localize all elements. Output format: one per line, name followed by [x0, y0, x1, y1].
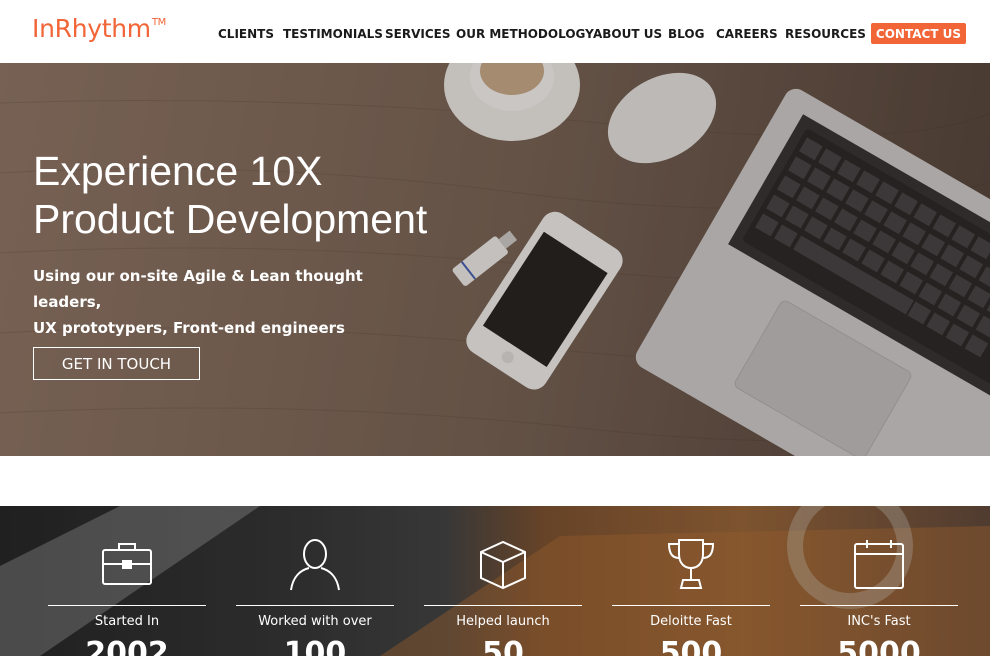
stat-helped-launch: Helped launch 50	[424, 506, 582, 656]
stats-section: Started In 2002 Worked with over 100 Hel…	[0, 506, 990, 656]
calendar-icon	[854, 540, 904, 589]
stat-divider	[48, 605, 206, 606]
nav-item-careers[interactable]: CAREERS	[716, 27, 778, 41]
stat-value: 100	[283, 636, 347, 656]
stat-value: 50	[482, 636, 524, 656]
hero-title: Experience 10X Product Development	[33, 147, 453, 243]
nav-item-resources[interactable]: RESOURCES	[785, 27, 866, 41]
hero-title-line1: Experience 10X	[33, 148, 323, 194]
stat-value: 500	[659, 636, 723, 656]
stat-label: Helped launch	[456, 614, 550, 629]
nav-item-testimonials[interactable]: TESTIMONIALS	[283, 27, 383, 41]
stat-divider	[612, 605, 770, 606]
stat-value: 2002	[85, 636, 169, 656]
brand-name: InRhythm	[32, 14, 151, 43]
site-header: InRhythmTM CLIENTS TESTIMONIALS SERVICES…	[0, 0, 990, 63]
hero-subtitle-line1: Using our on-site Agile & Lean thought l…	[33, 267, 363, 311]
brand-logo[interactable]: InRhythmTM	[32, 14, 166, 43]
stat-label: INC's Fast	[847, 614, 911, 629]
person-icon	[290, 539, 340, 591]
stat-inc-fast: INC's Fast 5000	[800, 506, 958, 656]
hero-banner: Experience 10X Product Development Using…	[0, 63, 990, 456]
hero-title-line2: Product Development	[33, 196, 428, 242]
box-icon	[480, 540, 526, 590]
nav-item-methodology[interactable]: OUR METHODOLOGY	[456, 27, 594, 41]
nav-item-about-us[interactable]: ABOUT US	[593, 27, 662, 41]
hero-overlay	[0, 63, 990, 456]
stat-label: Deloitte Fast	[650, 614, 732, 629]
stat-divider	[424, 605, 582, 606]
stat-label: Worked with over	[258, 614, 372, 629]
briefcase-icon	[102, 543, 152, 585]
hero-subtitle-line2: UX prototypers, Front-end engineers	[33, 319, 345, 337]
brand-trademark: TM	[151, 17, 166, 28]
nav-item-blog[interactable]: BLOG	[668, 27, 704, 41]
stat-label: Started In	[94, 614, 160, 629]
stat-worked-with: Worked with over 100	[236, 506, 394, 656]
nav-item-clients[interactable]: CLIENTS	[218, 27, 274, 41]
nav-item-services[interactable]: SERVICES	[385, 27, 450, 41]
stat-started-in: Started In 2002	[48, 506, 206, 656]
trophy-icon	[667, 539, 715, 589]
stat-divider	[236, 605, 394, 606]
get-in-touch-button[interactable]: GET IN TOUCH	[33, 347, 200, 380]
stat-value: 5000	[837, 636, 921, 656]
hero-subtitle: Using our on-site Agile & Lean thought l…	[33, 263, 413, 341]
stat-deloitte-fast: Deloitte Fast 500	[612, 506, 770, 656]
stat-divider	[800, 605, 958, 606]
contact-us-button[interactable]: CONTACT US	[871, 23, 966, 44]
